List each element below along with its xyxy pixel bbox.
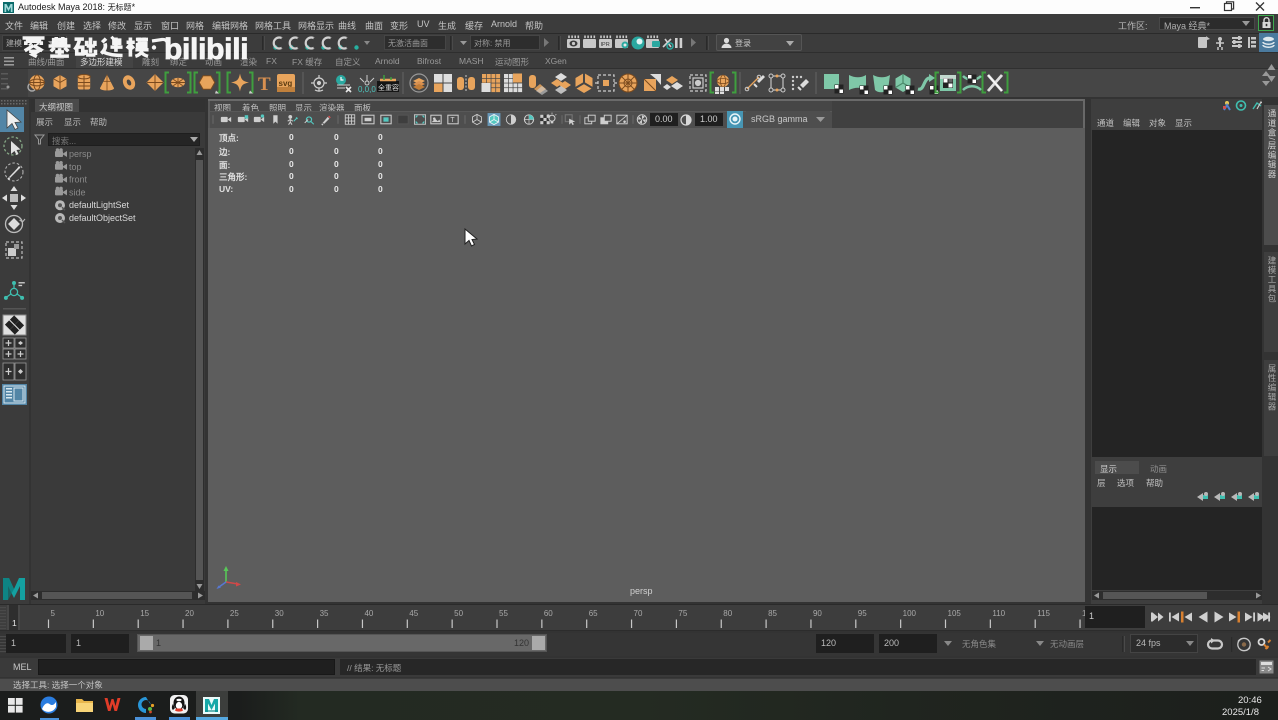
svg-text:45: 45: [409, 609, 418, 618]
svg-text:15: 15: [140, 609, 149, 618]
svg-text:115: 115: [1037, 609, 1050, 618]
svg-text:110: 110: [992, 609, 1005, 618]
svg-text:top: top: [69, 162, 82, 172]
svg-text:50: 50: [454, 609, 463, 618]
svg-text:40: 40: [364, 609, 373, 618]
svg-text:25: 25: [230, 609, 239, 618]
svg-text:bilibili: bilibili: [164, 33, 248, 66]
svg-text:front: front: [69, 175, 88, 185]
svg-text:20: 20: [185, 609, 194, 618]
svg-text:60: 60: [544, 609, 553, 618]
svg-text:80: 80: [723, 609, 732, 618]
svg-text:100: 100: [903, 609, 917, 618]
svg-text:65: 65: [589, 609, 598, 618]
svg-text:IPR: IPR: [601, 42, 610, 48]
svg-text:90: 90: [813, 609, 822, 618]
svg-text:85: 85: [768, 609, 777, 618]
svg-text:persp: persp: [69, 149, 92, 159]
svg-text:75: 75: [678, 609, 687, 618]
svg-text:10: 10: [95, 609, 104, 618]
svg-text:defaultObjectSet: defaultObjectSet: [69, 213, 136, 223]
svg-text:55: 55: [499, 609, 508, 618]
svg-text:side: side: [69, 187, 86, 197]
svg-text:105: 105: [948, 609, 962, 618]
svg-text:30: 30: [275, 609, 284, 618]
svg-text:70: 70: [634, 609, 643, 618]
svg-text:5: 5: [51, 609, 56, 618]
svg-text:1: 1: [12, 618, 17, 628]
svg-text:defaultLightSet: defaultLightSet: [69, 200, 130, 210]
svg-text:35: 35: [320, 609, 329, 618]
svg-text:95: 95: [858, 609, 867, 618]
